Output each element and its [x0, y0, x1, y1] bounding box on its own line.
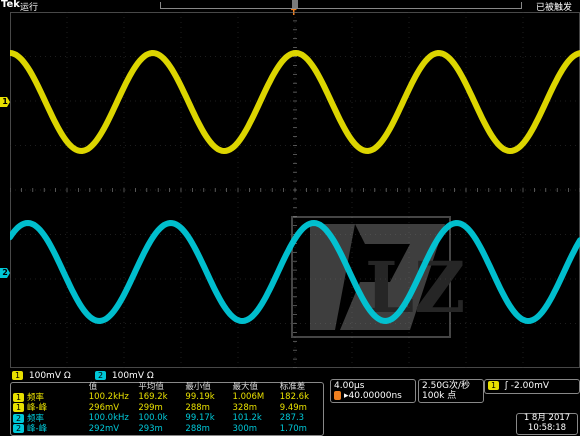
trigger-source-badge: 1 — [488, 381, 499, 390]
measurement-min: 288m — [185, 423, 210, 434]
measurement-value: 100.2kHz — [88, 392, 129, 402]
ch2-scale-value: 100mV Ω — [111, 371, 154, 381]
measurement-stddev: 287.3 — [279, 413, 305, 423]
waveform-display[interactable]: LZ — [10, 12, 580, 368]
measurement-table: 值 平均值 最小值 最大值 标准差 1 频率 100.2kHz 169.2k 99… — [10, 382, 324, 436]
measurement-mean: 299m — [138, 402, 163, 413]
trigger-level: -2.00mV — [510, 381, 549, 391]
trigger-readout[interactable]: 1 ʃ -2.00mV — [484, 379, 580, 394]
measurement-mean: 169.2k — [138, 392, 168, 402]
measurement-value: 100.0kHz — [88, 413, 129, 423]
ch2-badge: 2 — [13, 413, 24, 423]
measurement-row[interactable]: 2 频率 100.0kHz 100.0k 99.17k 101.2k 287.3 — [11, 413, 323, 425]
measurement-max: 328m — [232, 402, 258, 413]
ch1-badge: 1 — [12, 371, 23, 380]
measurement-min: 99.17k — [185, 413, 215, 423]
record-window-indicator — [292, 0, 298, 8]
datetime-readout: 1 8月 2017 10:58:18 — [516, 413, 578, 435]
trigger-slope-icon: ʃ — [504, 381, 508, 391]
horizontal-readout[interactable]: 4.00μs ▸40.00000ns — [330, 379, 416, 403]
measurement-value: 292mV — [88, 423, 120, 434]
measurement-row[interactable]: 1 峰-峰 296mV 299m 288m 328m 9.49m — [11, 403, 323, 414]
trigger-delay-icon — [334, 391, 341, 400]
measurement-mean: 100.0k — [138, 413, 168, 423]
measurement-min: 288m — [185, 402, 210, 413]
measurement-stddev: 1.70m — [279, 423, 307, 434]
ch1-badge: 1 — [13, 392, 24, 402]
readout-panel: 1 100mV Ω 2 100mV Ω 值 平均值 最小值 最大值 标准差 1频… — [0, 368, 580, 436]
measurement-name: 峰-峰 — [27, 424, 48, 434]
measurement-name: 频率 — [27, 413, 45, 424]
ch2-scale-readout[interactable]: 2 100mV Ω — [95, 371, 154, 382]
measurement-name: 峰-峰 — [27, 403, 48, 413]
record-length-bar — [160, 2, 522, 9]
ch2-ground-marker[interactable]: 2 — [0, 268, 10, 278]
measurement-mean: 293m — [138, 423, 163, 434]
time: 10:58:18 — [527, 422, 567, 433]
horizontal-delay: ▸40.00000ns — [344, 391, 402, 401]
top-status-bar: Tek 运行 T 已被触发 — [0, 0, 580, 17]
measurement-row[interactable]: 1 频率 100.2kHz 169.2k 99.19k 1.006M 182.6k — [11, 392, 323, 404]
measurement-name: 频率 — [27, 392, 45, 403]
measurement-max: 101.2k — [232, 413, 262, 423]
brand-logo: Tek — [1, 0, 20, 10]
ch1-ground-marker[interactable]: 1 — [0, 97, 10, 107]
ch2-badge: 2 — [95, 371, 106, 380]
ch1-scale-value: 100mV Ω — [28, 371, 71, 381]
sample-rate: 2.50G次/秒 — [422, 381, 471, 391]
ch1-badge: 1 — [13, 403, 24, 412]
measurement-stddev: 9.49m — [279, 402, 307, 413]
measurement-value: 296mV — [88, 402, 120, 413]
measurement-max: 300m — [232, 423, 258, 434]
acquisition-readout[interactable]: 2.50G次/秒 100k 点 — [418, 379, 484, 403]
ch2-badge: 2 — [13, 424, 24, 433]
measurement-stddev: 182.6k — [279, 392, 310, 402]
measurement-min: 99.19k — [185, 392, 215, 402]
measurement-max: 1.006M — [232, 392, 265, 402]
measurement-row[interactable]: 2 峰-峰 292mV 293m 288m 300m 1.70m — [11, 424, 323, 435]
record-length: 100k 点 — [422, 391, 457, 401]
horizontal-scale: 4.00μs — [334, 381, 365, 391]
ch1-scale-readout[interactable]: 1 100mV Ω — [12, 371, 71, 382]
